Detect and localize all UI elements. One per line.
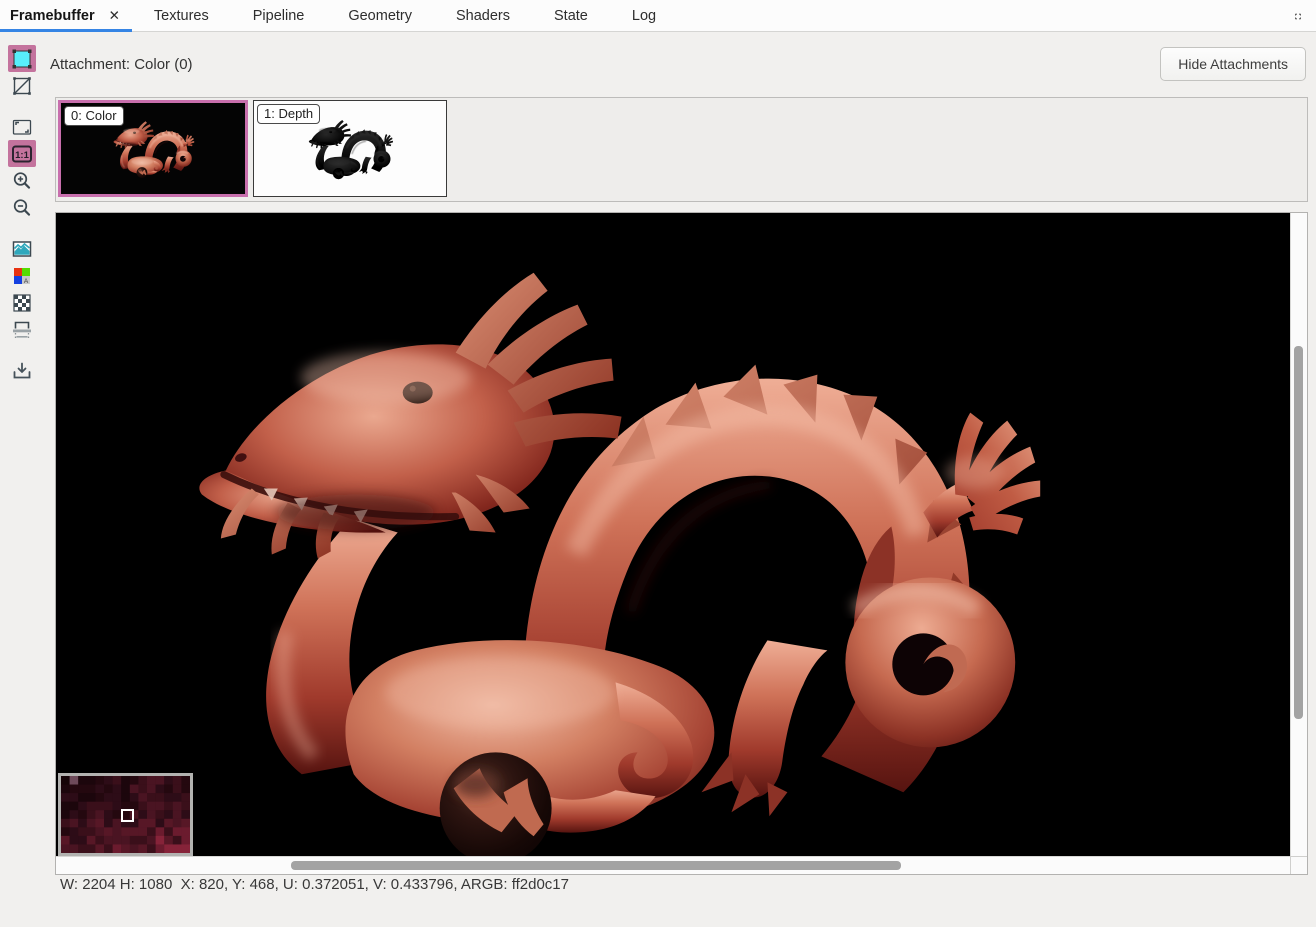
picked-pixel-marker [121, 809, 134, 822]
tab-label: Pipeline [253, 8, 305, 24]
zoom-1-1-icon[interactable]: 1:1 [8, 140, 36, 167]
tab-label: State [554, 8, 588, 24]
attachment-thumb-color[interactable]: 0: Color [58, 100, 248, 197]
horizontal-scrollbar[interactable] [56, 856, 1290, 874]
horizontal-scrollbar-thumb[interactable] [291, 861, 901, 870]
pixel-info-status: W: 2204 H: 1080 X: 820, Y: 468, U: 0.372… [60, 876, 569, 893]
alpha-checkerboard-icon[interactable] [8, 289, 36, 316]
background-color-icon[interactable] [8, 45, 36, 72]
tab-framebuffer[interactable]: Framebuffer ✕ [0, 0, 132, 31]
zoom-in-icon[interactable] [8, 167, 36, 194]
viewer-toolbar: 1:1 [8, 45, 36, 384]
vertical-scrollbar[interactable] [1290, 213, 1307, 856]
tab-label: Textures [154, 8, 209, 24]
framebuffer-viewer-window: Framebuffer ✕ Textures Pipeline Geometry Shad… [0, 0, 1316, 927]
pixel-magnifier [58, 773, 193, 856]
rgba-channels-icon[interactable]: A [8, 262, 36, 289]
tab-shaders[interactable]: Shaders [434, 0, 532, 31]
tab-label: Geometry [348, 8, 412, 24]
attachment-badge: 1: Depth [257, 104, 320, 124]
vertical-scrollbar-thumb[interactable] [1294, 346, 1303, 719]
save-image-icon[interactable] [8, 357, 36, 384]
attachments-strip: 0: Color 1: Depth [55, 97, 1308, 202]
fit-to-window-icon[interactable] [8, 113, 36, 140]
attachment-badge: 0: Color [64, 106, 124, 126]
background-transparent-icon[interactable] [8, 72, 36, 99]
tab-geometry[interactable]: Geometry [326, 0, 434, 31]
fullscreen-button[interactable] [1289, 7, 1307, 25]
attachment-label: Attachment: Color (0) [50, 56, 193, 73]
framebuffer-image [56, 213, 1290, 856]
zoom-ratio-text: 1:1 [15, 149, 29, 160]
close-tab-icon[interactable]: ✕ [109, 9, 120, 23]
attachment-thumb-depth[interactable]: 1: Depth [253, 100, 447, 197]
hide-attachments-button[interactable]: Hide Attachments [1160, 47, 1306, 81]
tab-log[interactable]: Log [610, 0, 678, 31]
alpha-letter-text: A [24, 278, 29, 285]
texture-viewer [55, 212, 1308, 875]
texture-image-view[interactable] [56, 213, 1290, 856]
flip-vertical-icon[interactable] [8, 316, 36, 343]
tab-pipeline[interactable]: Pipeline [231, 0, 327, 31]
zoom-out-icon[interactable] [8, 194, 36, 221]
tab-label: Shaders [456, 8, 510, 24]
tab-bar: Framebuffer ✕ Textures Pipeline Geometry Shad… [0, 0, 1316, 32]
image-icon[interactable] [8, 235, 36, 262]
tab-state[interactable]: State [532, 0, 610, 31]
tab-textures[interactable]: Textures [132, 0, 231, 31]
tab-label: Framebuffer [10, 8, 95, 24]
tab-label: Log [632, 8, 656, 24]
fullscreen-corners-icon [1295, 8, 1301, 25]
scrollbar-corner [1290, 856, 1307, 874]
